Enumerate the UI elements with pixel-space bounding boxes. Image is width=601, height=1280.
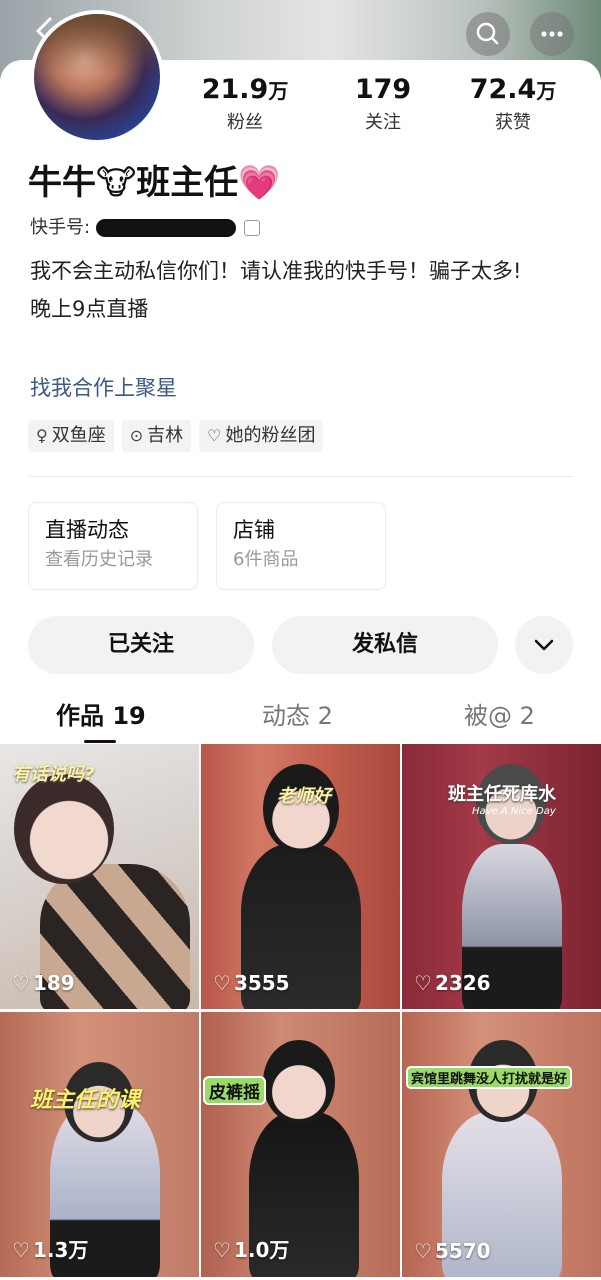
search-button[interactable] xyxy=(466,12,510,56)
followers-unit: 万 xyxy=(268,79,289,103)
location-icon: ⊙ xyxy=(129,426,144,445)
more-actions-button[interactable] xyxy=(515,616,573,674)
collab-link[interactable]: 找我合作上聚星 xyxy=(30,369,177,407)
video-grid: 有话说吗? ♡ 189 老师好 ♡ 3555 班主任死库水 Have A Nice … xyxy=(0,744,601,1280)
video-thumbnail[interactable]: 皮裤摇 ♡ 1.0万 xyxy=(201,1012,400,1277)
video-likes: ♡ 189 xyxy=(12,971,75,995)
video-likes: ♡ 3555 xyxy=(213,971,290,995)
heart-icon: ♡ xyxy=(414,971,432,995)
video-thumbnail[interactable]: 老师好 ♡ 3555 xyxy=(201,744,400,1009)
stat-following[interactable]: 179 关注 xyxy=(328,72,438,137)
likes-count: 2326 xyxy=(434,971,491,995)
video-thumbnail[interactable]: 班主任的课 ♡ 1.3万 xyxy=(0,1012,199,1277)
message-button[interactable]: 发私信 xyxy=(272,616,498,674)
card-title: 店铺 xyxy=(233,518,275,542)
active-tab-indicator xyxy=(84,740,116,743)
tag-zodiac[interactable]: ♀ 双鱼座 xyxy=(28,420,114,452)
tab-moments[interactable]: 动态 2 xyxy=(262,694,333,738)
shop-card[interactable]: 店铺 6件商品 xyxy=(216,502,386,590)
heart-icon: ♡ xyxy=(12,971,30,995)
profile-tags: ♀ 双鱼座 ⊙ 吉林 ♡ 她的粉丝团 xyxy=(28,420,331,452)
stat-likes[interactable]: 72.4万 获赞 xyxy=(458,72,568,137)
tag-location[interactable]: ⊙ 吉林 xyxy=(121,420,192,452)
likes-count: 189 xyxy=(32,971,75,995)
content-tabs: 作品 19 动态 2 被@ 2 xyxy=(0,694,601,742)
following-count: 179 xyxy=(354,74,412,105)
id-label: 快手号: xyxy=(30,217,91,238)
video-likes: ♡ 1.0万 xyxy=(213,1234,289,1263)
tag-label: 她的粉丝团 xyxy=(225,425,316,446)
followers-label: 粉丝 xyxy=(227,112,263,133)
more-dots-icon xyxy=(541,31,563,37)
video-caption: 班主任死库水 xyxy=(448,784,556,805)
followed-button[interactable]: 已关注 xyxy=(28,616,254,674)
profile-stats: 21.9万 粉丝 179 关注 72.4万 获赞 xyxy=(190,72,590,142)
likes-count: 1.0万 xyxy=(233,1238,290,1262)
video-likes: ♡ 1.3万 xyxy=(12,1234,88,1263)
following-label: 关注 xyxy=(365,112,401,133)
copy-icon[interactable] xyxy=(244,220,261,236)
search-icon xyxy=(476,22,499,45)
tab-mentions[interactable]: 被@ 2 xyxy=(464,694,535,738)
likes-count: 1.3万 xyxy=(32,1238,89,1262)
profile-id-row: 快手号: xyxy=(30,215,261,241)
tag-label: 吉林 xyxy=(147,425,184,446)
card-title: 直播动态 xyxy=(45,518,129,542)
video-thumbnail[interactable]: 班主任死库水 Have A Nice Day ♡ 2326 xyxy=(402,744,601,1009)
more-button[interactable] xyxy=(530,12,574,56)
profile-name: 牛牛🐮班主任💗 xyxy=(28,163,281,203)
likes-count: 3555 xyxy=(233,971,290,995)
fan-group-icon: ♡ xyxy=(207,426,222,445)
profile-sheet: 21.9万 粉丝 179 关注 72.4万 获赞 牛牛🐮班主任💗 快手号: 我不… xyxy=(0,10,601,1280)
video-caption: 班主任的课 xyxy=(30,1088,141,1113)
live-history-card[interactable]: 直播动态 查看历史记录 xyxy=(28,502,198,590)
video-likes: ♡ 2326 xyxy=(414,971,491,995)
card-subtitle: 6件商品 xyxy=(233,549,299,570)
bio-line: 晚上9点直播 xyxy=(30,297,149,321)
chevron-down-icon xyxy=(534,639,554,651)
female-icon: ♀ xyxy=(36,426,48,445)
likes-count: 72.4 xyxy=(469,74,537,105)
divider xyxy=(28,476,573,477)
bio-line: 我不会主动私信你们！请认准我的快手号！骗子太多! xyxy=(30,259,522,283)
followers-count: 21.9 xyxy=(201,74,269,105)
redacted-id xyxy=(96,219,237,237)
video-caption: 老师好 xyxy=(277,786,331,807)
likes-label: 获赞 xyxy=(495,112,531,133)
video-thumbnail[interactable]: 有话说吗? ♡ 189 xyxy=(0,744,199,1009)
card-subtitle: 查看历史记录 xyxy=(45,549,153,570)
heart-icon: ♡ xyxy=(414,1239,432,1263)
heart-icon: ♡ xyxy=(213,1238,231,1262)
video-caption: 有话说吗? xyxy=(12,764,95,785)
avatar[interactable] xyxy=(30,10,164,144)
tag-fan-group[interactable]: ♡ 她的粉丝团 xyxy=(199,420,324,452)
likes-count: 5570 xyxy=(434,1239,491,1263)
video-subcaption: Have A Nice Day xyxy=(472,806,556,817)
video-thumbnail[interactable]: 宾馆里跳舞没人打扰就是好 ♡ 5570 xyxy=(402,1012,601,1277)
heart-icon: ♡ xyxy=(12,1238,30,1262)
tag-label: 双鱼座 xyxy=(51,425,106,446)
stat-followers[interactable]: 21.9万 粉丝 xyxy=(190,72,300,137)
video-likes: ♡ 5570 xyxy=(414,1239,491,1263)
tab-works[interactable]: 作品 19 xyxy=(56,694,146,738)
profile-bio: 我不会主动私信你们！请认准我的快手号！骗子太多! 晚上9点直播 xyxy=(30,252,580,328)
video-caption: 皮裤摇 xyxy=(203,1076,266,1105)
likes-unit: 万 xyxy=(536,79,557,103)
heart-icon: ♡ xyxy=(213,971,231,995)
video-caption: 宾馆里跳舞没人打扰就是好 xyxy=(406,1066,573,1089)
